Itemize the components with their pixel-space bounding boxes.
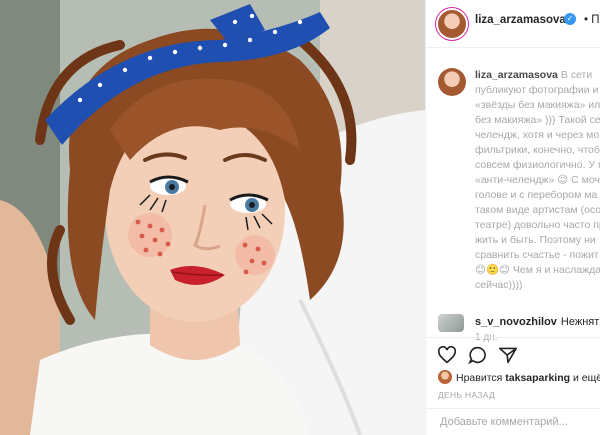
post-header: liza_arzamasova ✓ • Подп	[426, 0, 600, 48]
instagram-post: liza_arzamasova ✓ • Подп liza_arzamasova…	[0, 0, 600, 435]
photo-illustration	[0, 0, 425, 435]
comment-icon[interactable]	[468, 346, 488, 364]
post-age: день назад	[438, 390, 496, 400]
heart-icon[interactable]	[437, 346, 457, 364]
author-username[interactable]: liza_arzamasova	[475, 14, 566, 26]
caption-line: фильтрики, конечно, чтоб	[475, 144, 600, 156]
post-side-panel: liza_arzamasova ✓ • Подп liza_arzamasova…	[425, 0, 600, 435]
action-bar	[426, 337, 600, 368]
caption-line: сравнить счастье - пожит	[475, 249, 599, 261]
add-comment-bar	[426, 408, 600, 435]
likes-prefix: Нравится	[456, 372, 503, 384]
likes-summary: Нравится taksaparking и ещё	[438, 370, 600, 384]
comment-row: s_v_novozhilovНежнятин	[426, 306, 600, 336]
add-comment-input[interactable]	[438, 415, 592, 429]
commenter-avatar[interactable]	[438, 314, 464, 332]
caption-line: челендж, хотя и через мо	[475, 129, 600, 141]
caption-username[interactable]: liza_arzamasova	[475, 69, 558, 81]
caption-line: 😊🙂😊 Чем я и наслажда	[475, 264, 600, 276]
caption-line: публикуют фотографии и	[475, 84, 599, 96]
author-avatar[interactable]	[438, 10, 466, 38]
caption-line: таком виде артистам (осо	[475, 204, 600, 216]
verified-badge-icon: ✓	[564, 13, 576, 25]
follow-label: Подп	[591, 14, 600, 26]
follow-button[interactable]: • Подп	[584, 14, 600, 26]
share-icon[interactable]	[498, 346, 518, 364]
caption-line: «звёзды без макияжа» ил	[475, 99, 600, 111]
caption-line: совсем физиологично. У м	[475, 159, 600, 171]
liker-username[interactable]: taksaparking	[505, 372, 570, 384]
commenter-username[interactable]: s_v_novozhilov	[475, 316, 557, 328]
liker-avatar[interactable]	[438, 370, 452, 384]
caption-text: liza_arzamasova В сети публикуют фотогра…	[475, 68, 600, 293]
caption-line: без макияжа» ))) Такой се	[475, 114, 600, 126]
caption-avatar[interactable]	[438, 68, 466, 96]
caption-line: В сети	[560, 69, 593, 81]
post-caption: liza_arzamasova В сети публикуют фотогра…	[426, 48, 600, 343]
post-photo[interactable]	[0, 0, 425, 435]
caption-line: сейчас))))	[475, 279, 523, 291]
caption-line: «анти-челендж» 😉 С моч	[475, 174, 600, 186]
likes-suffix[interactable]: и ещё	[573, 372, 600, 384]
caption-line: жить и быть. Поэтому ни	[475, 234, 596, 246]
caption-line: голове и с перебором ма	[475, 189, 598, 201]
caption-line: театре) довольно часто пр	[475, 219, 600, 231]
comment-text: Нежнятин	[560, 316, 600, 328]
